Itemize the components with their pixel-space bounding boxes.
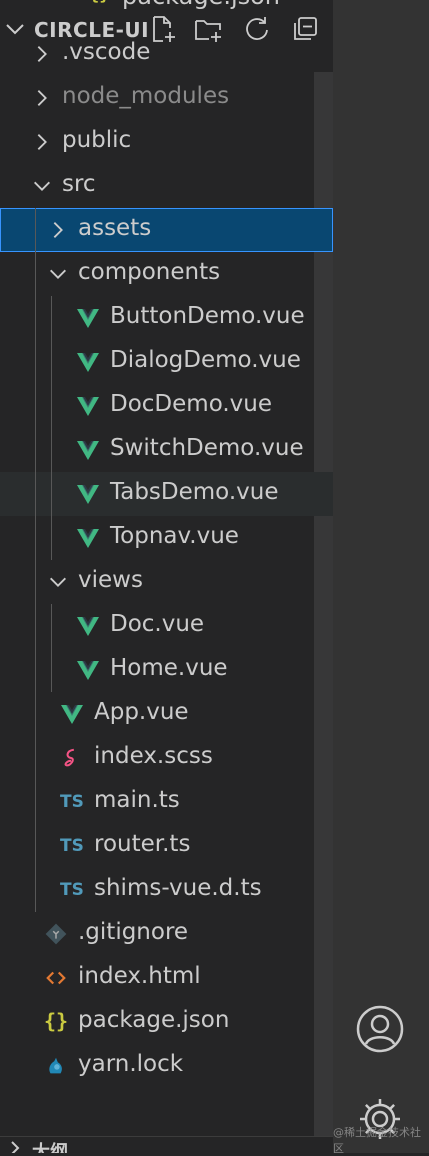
chevron-down-icon (50, 269, 66, 279)
tree-item-package-json[interactable]: {} package.json (0, 1000, 333, 1044)
chevron-right-icon (11, 1141, 20, 1153)
vue-file-icon (77, 485, 99, 504)
vue-file-icon (77, 661, 99, 680)
tree-item-index-scss[interactable]: index.scss (0, 736, 333, 780)
tree-item-tabsdemo-vue[interactable]: TabsDemo.vue (0, 472, 333, 516)
sass-file-icon (64, 748, 75, 767)
chevron-down-icon (50, 577, 66, 587)
typescript-file-icon: TS (60, 836, 84, 856)
tree-item-home-vue[interactable]: Home.vue (0, 648, 333, 692)
tree-item-docdemo-vue[interactable]: DocDemo.vue (0, 384, 333, 428)
indent-guide (51, 296, 52, 560)
tree-item-label: public (62, 127, 132, 153)
tree-item-label: index.scss (94, 743, 213, 769)
tree-item-label: assets (78, 215, 152, 241)
explorer-panel: {} package.json CIRCLE-UI .vscodenode_mo… (0, 0, 333, 1153)
chevron-right-icon (53, 222, 63, 238)
tree-item-label: DocDemo.vue (110, 391, 273, 417)
tree-item-label: node_modules (62, 83, 230, 109)
vue-file-icon (77, 397, 99, 416)
tree-item-label: views (78, 567, 143, 593)
indent-guide (35, 208, 36, 912)
tree-item-label: Doc.vue (110, 611, 205, 637)
tree-item-views[interactable]: views (0, 560, 333, 604)
typescript-file-icon: TS (60, 880, 84, 900)
tree-item-label: Home.vue (110, 655, 228, 681)
tree-item-dialogdemo-vue[interactable]: DialogDemo.vue (0, 340, 333, 384)
tree-item-vscode[interactable]: .vscode (0, 32, 333, 76)
tree-item-label: DialogDemo.vue (110, 347, 301, 373)
tree-item-node-modules[interactable]: node_modules (0, 76, 333, 120)
chevron-right-icon (37, 46, 47, 62)
chevron-right-icon (37, 134, 47, 150)
vue-file-icon (77, 353, 99, 372)
activity-bar: @稀土掘金技术社区 (333, 0, 429, 1155)
html-file-icon (46, 971, 66, 985)
outline-label: 大纲 (32, 1142, 68, 1153)
tree-item-router-ts[interactable]: TS router.ts (0, 824, 333, 868)
vue-file-icon (77, 617, 99, 636)
tree-item-public[interactable]: public (0, 120, 333, 164)
tree-item-assets[interactable]: assets (0, 208, 333, 252)
chevron-down-icon (34, 181, 50, 191)
peek-row-package-json[interactable]: {} package.json (0, 0, 333, 10)
tree-item-label: router.ts (94, 831, 191, 857)
vue-file-icon (77, 529, 99, 548)
tree-item-yarn-lock[interactable]: yarn.lock (0, 1044, 333, 1088)
tree-item-gitignore[interactable]: .gitignore (0, 912, 333, 956)
tree-item-label: index.html (78, 963, 201, 989)
watermark: @稀土掘金技术社区 (333, 1126, 421, 1155)
tree-item-label: .vscode (62, 39, 151, 65)
vue-file-icon (77, 309, 99, 328)
tree-item-doc-vue[interactable]: Doc.vue (0, 604, 333, 648)
svg-text:{}: {} (89, 0, 109, 4)
outline-section-header[interactable]: 大纲 (0, 1136, 333, 1153)
vue-file-icon (77, 441, 99, 460)
json-icon: {} (89, 0, 109, 4)
tree-item-label: package.json (78, 1007, 230, 1033)
peek-row-label: package.json (122, 0, 280, 10)
tree-item-label: src (62, 171, 96, 197)
tree-item-label: Topnav.vue (110, 523, 239, 549)
yarn-file-icon (49, 1057, 62, 1074)
vue-file-icon (61, 705, 83, 724)
tree-item-shims-vue-d-ts[interactable]: TS shims-vue.d.ts (0, 868, 333, 912)
tree-item-index-html[interactable]: index.html (0, 956, 333, 1000)
tree-item-label: SwitchDemo.vue (110, 435, 304, 461)
tree-item-label: TabsDemo.vue (110, 479, 279, 505)
chevron-right-icon (37, 90, 47, 106)
tree-item-label: ButtonDemo.vue (110, 303, 305, 329)
tree-item-components[interactable]: components (0, 252, 333, 296)
tree-item-app-vue[interactable]: App.vue (0, 692, 333, 736)
tree-item-label: App.vue (94, 699, 189, 725)
indent-guide (51, 604, 52, 692)
tree-item-buttondemo-vue[interactable]: ButtonDemo.vue (0, 296, 333, 340)
tree-item-switchdemo-vue[interactable]: SwitchDemo.vue (0, 428, 333, 472)
tree-item-label: components (78, 259, 221, 285)
tree-item-label: .gitignore (78, 919, 189, 945)
tree-item-label: main.ts (94, 787, 180, 813)
git-file-icon (45, 923, 67, 945)
json-file-icon: {} (44, 1009, 69, 1033)
tree-item-label: yarn.lock (78, 1051, 184, 1077)
account-icon[interactable] (355, 1004, 405, 1054)
tree-item-main-ts[interactable]: TS main.ts (0, 780, 333, 824)
typescript-file-icon: TS (60, 792, 84, 812)
tree-item-src[interactable]: src (0, 164, 333, 208)
tree-item-topnav-vue[interactable]: Topnav.vue (0, 516, 333, 560)
tree-item-label: shims-vue.d.ts (94, 875, 262, 901)
